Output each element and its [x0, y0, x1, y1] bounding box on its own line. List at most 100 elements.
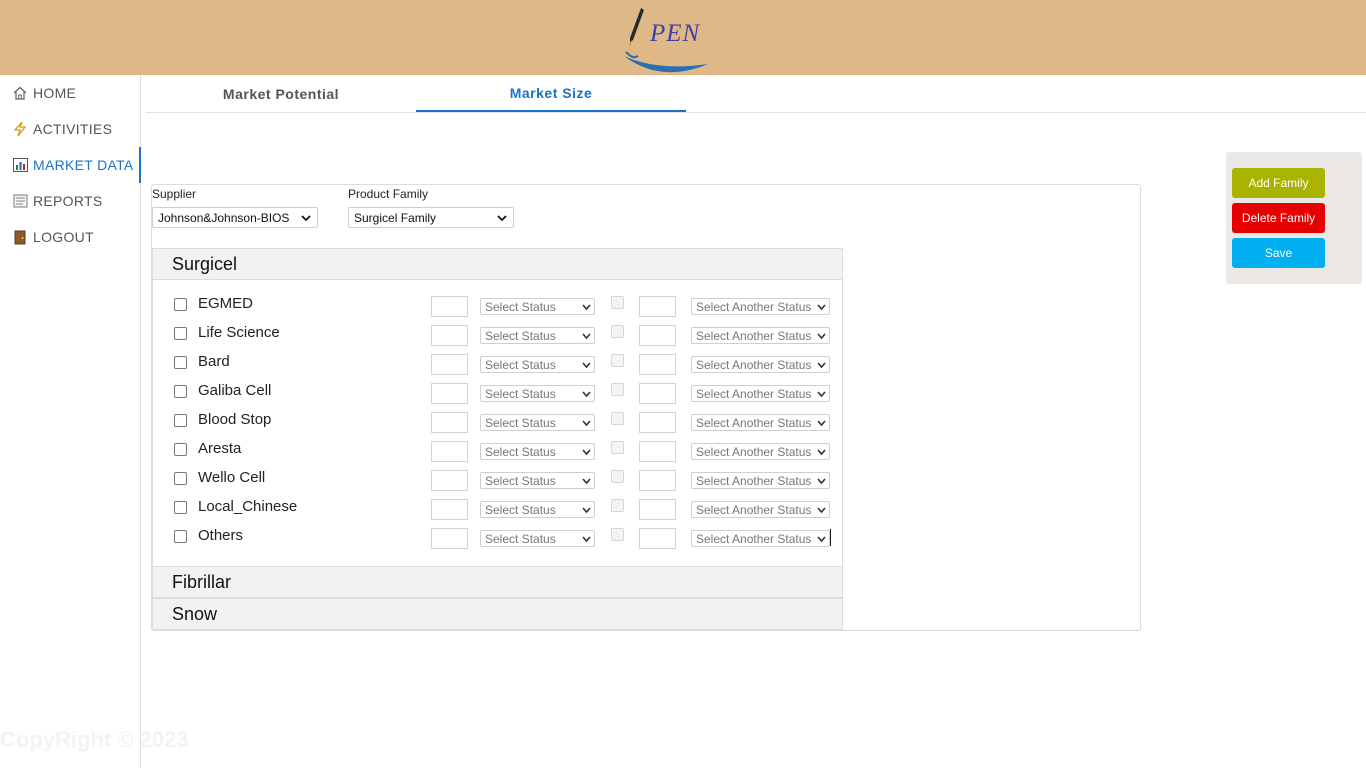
- another-status-value: Select Another Status: [696, 531, 812, 546]
- sidebar: HOME ACTIVITIES MARKET DATA REPORTS LOGO…: [0, 75, 141, 768]
- product-checkbox[interactable]: [174, 443, 187, 456]
- status-select[interactable]: Select Status: [480, 501, 595, 518]
- home-icon: [12, 85, 28, 101]
- product-name: Blood Stop: [198, 411, 272, 428]
- sidebar-item-activities[interactable]: ACTIVITIES: [0, 111, 141, 147]
- product-checkbox[interactable]: [174, 356, 187, 369]
- app-header: PEN: [0, 0, 1366, 75]
- product-checkbox[interactable]: [174, 530, 187, 543]
- secondary-quantity-input[interactable]: [639, 499, 676, 520]
- product-checkbox[interactable]: [174, 327, 187, 340]
- status-select[interactable]: Select Status: [480, 443, 595, 460]
- product-checkbox[interactable]: [174, 298, 187, 311]
- add-family-button[interactable]: Add Family: [1232, 168, 1325, 198]
- product-name: Aresta: [198, 440, 242, 457]
- product-checkbox[interactable]: [174, 472, 187, 485]
- family-header-snow[interactable]: Snow: [152, 598, 843, 630]
- product-family-select[interactable]: Surgicel Family: [348, 207, 514, 228]
- quantity-input[interactable]: [431, 528, 468, 549]
- sidebar-item-logout[interactable]: LOGOUT: [0, 219, 141, 255]
- another-status-value: Select Another Status: [696, 415, 812, 430]
- sidebar-item-home[interactable]: HOME: [0, 75, 141, 111]
- sidebar-item-label: ACTIVITIES: [33, 121, 113, 137]
- product-row: Life Science Select Status Select Another …: [153, 321, 844, 350]
- status-value: Select Status: [485, 299, 556, 314]
- product-checkbox[interactable]: [174, 501, 187, 514]
- secondary-quantity-input[interactable]: [639, 528, 676, 549]
- sidebar-item-reports[interactable]: REPORTS: [0, 183, 141, 219]
- secondary-quantity-input[interactable]: [639, 412, 676, 433]
- chevron-down-icon: [817, 333, 826, 340]
- product-name: Local_Chinese: [198, 498, 298, 515]
- chevron-down-icon: [817, 304, 826, 311]
- sidebar-item-label: LOGOUT: [33, 229, 94, 245]
- quantity-input[interactable]: [431, 383, 468, 404]
- supplier-select[interactable]: Johnson&Johnson-BIOS: [152, 207, 318, 228]
- family-header-fibrillar[interactable]: Fibrillar: [152, 566, 843, 598]
- family-header-surgicel[interactable]: Surgicel: [152, 248, 843, 280]
- copyright: CopyRight © 2023: [0, 727, 189, 752]
- status-select[interactable]: Select Status: [480, 298, 595, 315]
- quantity-input[interactable]: [431, 441, 468, 462]
- product-name: Wello Cell: [198, 469, 266, 486]
- another-status-select[interactable]: Select Another Status: [691, 443, 830, 460]
- secondary-quantity-input[interactable]: [639, 354, 676, 375]
- secondary-quantity-input[interactable]: [639, 383, 676, 404]
- status-select[interactable]: Select Status: [480, 385, 595, 402]
- disabled-checkbox: [611, 383, 624, 396]
- status-value: Select Status: [485, 357, 556, 372]
- action-panel: Add Family Delete Family Save: [1226, 152, 1362, 284]
- another-status-select[interactable]: Select Another Status: [691, 472, 830, 489]
- save-button[interactable]: Save: [1232, 238, 1325, 268]
- status-select[interactable]: Select Status: [480, 356, 595, 373]
- status-value: Select Status: [485, 444, 556, 459]
- quantity-input[interactable]: [431, 470, 468, 491]
- another-status-select[interactable]: Select Another Status: [691, 414, 830, 431]
- product-row: Local_Chinese Select Status Select Another…: [153, 495, 844, 524]
- another-status-value: Select Another Status: [696, 444, 812, 459]
- chevron-down-icon: [817, 420, 826, 427]
- disabled-checkbox: [611, 325, 624, 338]
- tab-market-potential[interactable]: Market Potential: [146, 75, 416, 112]
- chevron-down-icon: [582, 333, 591, 340]
- delete-family-button[interactable]: Delete Family: [1232, 203, 1325, 233]
- another-status-select[interactable]: Select Another Status: [691, 298, 830, 315]
- status-select[interactable]: Select Status: [480, 530, 595, 547]
- quantity-input[interactable]: [431, 296, 468, 317]
- status-select[interactable]: Select Status: [480, 327, 595, 344]
- secondary-quantity-input[interactable]: [639, 441, 676, 462]
- status-select[interactable]: Select Status: [480, 414, 595, 431]
- secondary-quantity-input[interactable]: [639, 470, 676, 491]
- text-caret: [830, 529, 831, 546]
- product-checkbox[interactable]: [174, 414, 187, 427]
- disabled-checkbox: [611, 296, 624, 309]
- sidebar-item-market-data[interactable]: MARKET DATA: [0, 147, 141, 183]
- status-select[interactable]: Select Status: [480, 472, 595, 489]
- secondary-quantity-input[interactable]: [639, 296, 676, 317]
- product-row: Aresta Select Status Select Another Status: [153, 437, 844, 466]
- disabled-checkbox: [611, 528, 624, 541]
- chevron-down-icon: [817, 536, 826, 543]
- quantity-input[interactable]: [431, 412, 468, 433]
- family-body-surgicel: EGMED Select Status Select Another Status L…: [152, 279, 843, 566]
- another-status-select[interactable]: Select Another Status: [691, 356, 830, 373]
- quantity-input[interactable]: [431, 499, 468, 520]
- another-status-select[interactable]: Select Another Status: [691, 501, 830, 518]
- tab-market-size[interactable]: Market Size: [416, 75, 686, 112]
- another-status-value: Select Another Status: [696, 357, 812, 372]
- quantity-input[interactable]: [431, 325, 468, 346]
- chevron-down-icon: [817, 362, 826, 369]
- disabled-checkbox: [611, 354, 624, 367]
- product-row: Bard Select Status Select Another Status: [153, 350, 844, 379]
- another-status-select[interactable]: Select Another Status: [691, 530, 830, 547]
- another-status-value: Select Another Status: [696, 502, 812, 517]
- disabled-checkbox: [611, 499, 624, 512]
- another-status-select[interactable]: Select Another Status: [691, 385, 830, 402]
- product-family-label: Product Family: [348, 187, 429, 201]
- product-checkbox[interactable]: [174, 385, 187, 398]
- chevron-down-icon: [582, 507, 591, 514]
- secondary-quantity-input[interactable]: [639, 325, 676, 346]
- another-status-select[interactable]: Select Another Status: [691, 327, 830, 344]
- pen-logo[interactable]: PEN: [620, 6, 712, 74]
- quantity-input[interactable]: [431, 354, 468, 375]
